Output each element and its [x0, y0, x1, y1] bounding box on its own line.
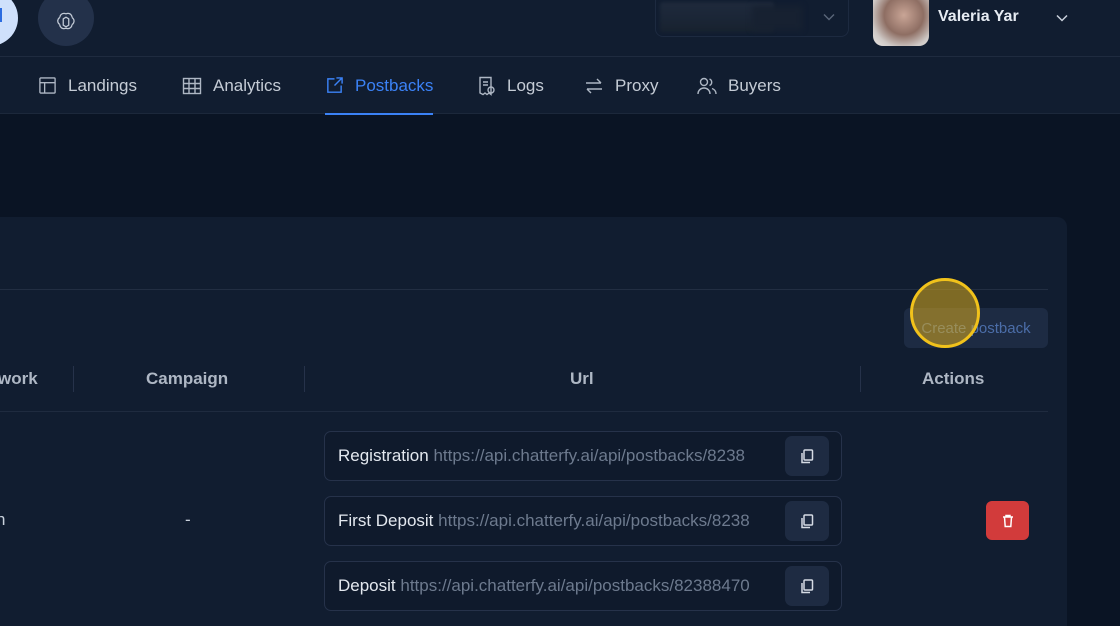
divider	[0, 289, 1048, 290]
users-icon	[697, 77, 717, 94]
column-separator	[304, 366, 305, 392]
campaign-cell: -	[185, 510, 191, 529]
copy-button[interactable]	[785, 566, 829, 606]
url-label: First Deposit	[338, 511, 434, 530]
chevron-down-icon[interactable]	[1055, 11, 1069, 25]
column-header-campaign[interactable]: Campaign	[146, 369, 228, 389]
main-nav: Landings Analytics Postbacks Logs Proxy …	[0, 57, 1120, 115]
url-label: Deposit	[338, 576, 396, 595]
table-header-divider	[0, 411, 1048, 412]
layout-icon	[39, 77, 56, 94]
avatar[interactable]	[873, 0, 929, 46]
create-postback-button[interactable]: Create postback	[904, 308, 1048, 348]
table-icon	[182, 77, 202, 94]
nav-item-logs[interactable]: Logs	[478, 57, 544, 114]
column-separator	[860, 366, 861, 392]
postback-url-first-deposit: First Deposit https://api.chatterfy.ai/a…	[324, 496, 842, 546]
postback-url-registration: Registration https://api.chatterfy.ai/ap…	[324, 431, 842, 481]
nav-label: Postbacks	[355, 75, 434, 95]
user-name[interactable]: Valeria Yar	[938, 8, 1019, 26]
nav-label: Buyers	[728, 75, 781, 95]
postback-url-deposit: Deposit https://api.chatterfy.ai/api/pos…	[324, 561, 842, 611]
top-bar: Valeria Yar	[0, 0, 1120, 57]
openai-icon[interactable]	[38, 0, 94, 46]
column-header-network[interactable]: work	[0, 369, 38, 389]
column-header-url[interactable]: Url	[570, 369, 594, 389]
url-value[interactable]: https://api.chatterfy.ai/api/postbacks/8…	[400, 576, 749, 595]
nav-item-analytics[interactable]: Analytics	[182, 57, 281, 114]
copy-icon	[801, 448, 814, 463]
nav-item-proxy[interactable]: Proxy	[584, 57, 658, 114]
app-logo-button[interactable]	[0, 0, 18, 46]
url-value[interactable]: https://api.chatterfy.ai/api/postbacks/8…	[438, 511, 750, 530]
trash-icon	[1002, 514, 1013, 527]
copy-button[interactable]	[785, 436, 829, 476]
nav-item-buyers[interactable]: Buyers	[697, 57, 781, 114]
arrows-swap-icon	[586, 78, 602, 93]
chevron-down-icon	[823, 14, 835, 21]
receipt-icon	[479, 76, 495, 96]
nav-label: Landings	[68, 75, 138, 95]
network-cell: n	[0, 510, 6, 529]
external-link-icon	[327, 77, 343, 93]
nav-item-postbacks[interactable]: Postbacks	[325, 57, 434, 115]
account-select[interactable]	[655, 0, 849, 37]
column-separator	[73, 366, 74, 392]
nav-label: Logs	[507, 75, 544, 95]
url-label: Registration	[338, 446, 429, 465]
copy-icon	[801, 513, 814, 528]
column-header-actions[interactable]: Actions	[922, 369, 984, 389]
nav-item-landings[interactable]: Landings	[38, 57, 137, 114]
copy-button[interactable]	[785, 501, 829, 541]
url-value[interactable]: https://api.chatterfy.ai/api/postbacks/8…	[433, 446, 745, 465]
delete-button[interactable]	[986, 501, 1029, 540]
copy-icon	[801, 578, 814, 593]
nav-label: Analytics	[213, 75, 282, 95]
nav-label: Proxy	[615, 75, 659, 95]
